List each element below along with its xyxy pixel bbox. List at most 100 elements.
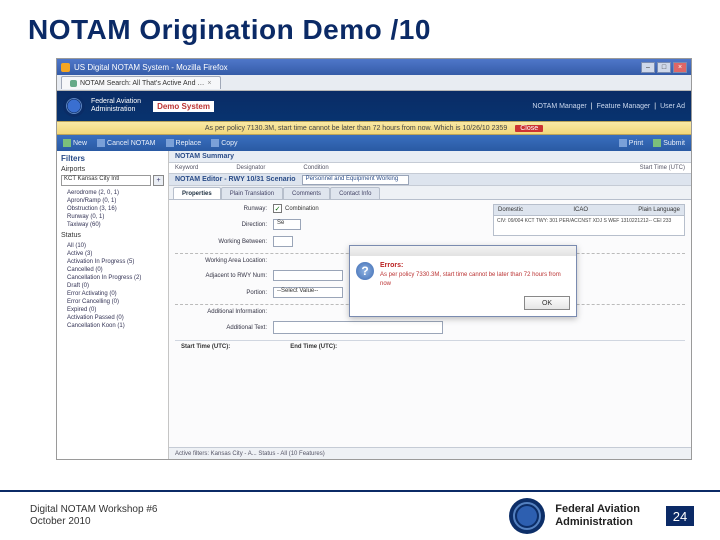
period-of-validity: Start Time (UTC): End Time (UTC): [175,340,685,353]
tool-replace[interactable]: Replace [166,139,202,147]
window-title: US Digital NOTAM System - Mozilla Firefo… [74,63,228,72]
working-between-input[interactable] [273,236,293,247]
list-item[interactable]: Cancellation In Progress (2) [61,274,164,282]
link-user-admin[interactable]: User Ad [660,103,685,110]
tab-properties[interactable]: Properties [173,187,221,199]
editor-bar: NOTAM Editor - RWY 10/31 Scenario Person… [169,173,691,186]
app-header: Federal Aviation Administration Demo Sys… [57,91,691,121]
tool-copy[interactable]: Copy [211,139,237,147]
list-item[interactable]: All (10) [61,242,164,250]
maximize-button[interactable]: □ [657,62,671,73]
label-adjacent-rwy: Adjacent to RWY Num: [175,273,267,279]
tool-new[interactable]: New [63,139,87,147]
list-item[interactable]: Activation In Progress (5) [61,258,164,266]
demo-system-badge: Demo System [153,101,214,112]
filters-sidebar: Filters Airports KCT Kansas City Intl + … [57,151,169,459]
summary-columns: Keyword Designator Condition Start Time … [169,163,691,173]
app-header-links: NOTAM Manager | Feature Manager | User A… [532,103,685,110]
list-item[interactable]: Activation Passed (0) [61,314,164,322]
link-notam-manager[interactable]: NOTAM Manager [532,103,586,110]
list-item[interactable]: Draft (0) [61,282,164,290]
faa-seal-large-icon [509,498,545,534]
tab-favicon [70,80,77,87]
airports-label: Airports [61,166,164,173]
firefox-icon [61,63,70,72]
tab-contact-info[interactable]: Contact Info [330,187,380,199]
minimize-button[interactable]: – [641,62,655,73]
runway-text: Combination [285,206,319,212]
airport-select[interactable]: KCT Kansas City Intl [61,175,151,186]
portion-select[interactable]: --Select Value-- [273,287,343,298]
properties-form: Domestic ICAO Plain Language CIV: 09/004… [169,200,691,447]
list-item[interactable]: Cancellation Koon (1) [61,322,164,330]
policy-close-button[interactable]: Close [515,125,543,132]
link-feature-manager[interactable]: Feature Manager [597,103,651,110]
window-titlebar: US Digital NOTAM System - Mozilla Firefo… [57,59,691,75]
scenario-select[interactable]: Personnel and Equipment Working [302,175,410,185]
close-window-button[interactable]: × [673,62,687,73]
faa-seal-icon [63,95,85,117]
browser-tab[interactable]: NOTAM Search: All That's Active And … × [61,76,221,89]
list-item[interactable]: Error Activating (0) [61,290,164,298]
label-additional-info: Additional Information: [175,309,267,315]
adjacent-rwy-select[interactable] [273,270,343,281]
preview-tab-plain[interactable]: Plain Language [638,207,680,213]
footer-left-text: Digital NOTAM Workshop #6 October 2010 [30,504,157,529]
col-header: Keyword [175,165,198,171]
tab-close-icon[interactable]: × [207,80,211,87]
dialog-header [350,246,576,256]
preview-body: CIV: 09/004 KCT TWY: 301 PER/ACCNST XDJ … [493,216,685,236]
submit-icon [653,139,661,147]
active-filters-footer: Active filters: Kansas City - A... Statu… [169,447,691,459]
replace-icon [166,139,174,147]
preview-panel: Domestic ICAO Plain Language CIV: 09/004… [493,204,685,236]
list-item[interactable]: Aerodrome (2, 0, 1) [61,189,164,197]
label-working-between: Working Between: [175,239,267,245]
list-item[interactable]: Apron/Ramp (0, 1) [61,197,164,205]
cancel-icon [97,139,105,147]
print-icon [619,139,627,147]
status-label: Status [61,232,164,239]
summary-title: NOTAM Summary [175,153,234,160]
list-item[interactable]: Expired (0) [61,306,164,314]
tab-comments[interactable]: Comments [283,187,330,199]
editor-title: NOTAM Editor - RWY 10/31 Scenario [175,176,296,183]
tab-plain-translation[interactable]: Plain Translation [221,187,283,199]
list-item[interactable]: Obstruction (3, 16) [61,205,164,213]
preview-tabs: Domestic ICAO Plain Language [493,204,685,216]
label-working-area-location: Working Area Location: [175,258,267,264]
label-direction: Direction: [175,222,267,228]
preview-tab-icao[interactable]: ICAO [573,207,588,213]
col-header: Condition [303,165,328,171]
question-icon: ? [356,262,374,280]
list-item[interactable]: Active (3) [61,250,164,258]
editor-tabs: Properties Plain Translation Comments Co… [169,186,691,200]
tool-cancel-notam[interactable]: Cancel NOTAM [97,139,156,147]
add-airport-button[interactable]: + [153,175,164,186]
slide-footer: Digital NOTAM Workshop #6 October 2010 F… [0,490,720,540]
slide-title: NOTAM Origination Demo /10 [0,0,720,52]
runway-checkbox[interactable]: ✓ [273,204,282,213]
tool-submit[interactable]: Submit [653,139,685,147]
main-toolbar: New Cancel NOTAM Replace Copy Print Subm… [57,135,691,151]
label-portion: Portion: [175,290,267,296]
list-item[interactable]: Runway (0, 1) [61,213,164,221]
list-item[interactable]: Cancelled (0) [61,266,164,274]
direction-select[interactable]: Se [273,219,301,230]
plus-icon [63,139,71,147]
preview-tab-domestic[interactable]: Domestic [498,207,523,213]
list-item[interactable]: Error Cancelling (0) [61,298,164,306]
ok-button[interactable]: OK [524,296,570,310]
tool-print[interactable]: Print [619,139,643,147]
error-dialog: ? Errors: As per policy 7330.3M, start t… [349,245,577,317]
tab-title: NOTAM Search: All That's Active And … [80,80,204,87]
footer-org-text: Federal Aviation Administration [555,503,640,528]
copy-icon [211,139,219,147]
app-org-text: Federal Aviation Administration [91,98,141,113]
list-item[interactable]: Taxiway (60) [61,221,164,229]
additional-text-input[interactable] [273,321,443,334]
col-header: Start Time (UTC) [640,165,685,171]
page-number: 24 [666,506,694,526]
airport-feature-list: Aerodrome (2, 0, 1) Apron/Ramp (0, 1) Ob… [61,189,164,229]
policy-warning-bar: As per policy 7130.3M, start time cannot… [57,121,691,135]
